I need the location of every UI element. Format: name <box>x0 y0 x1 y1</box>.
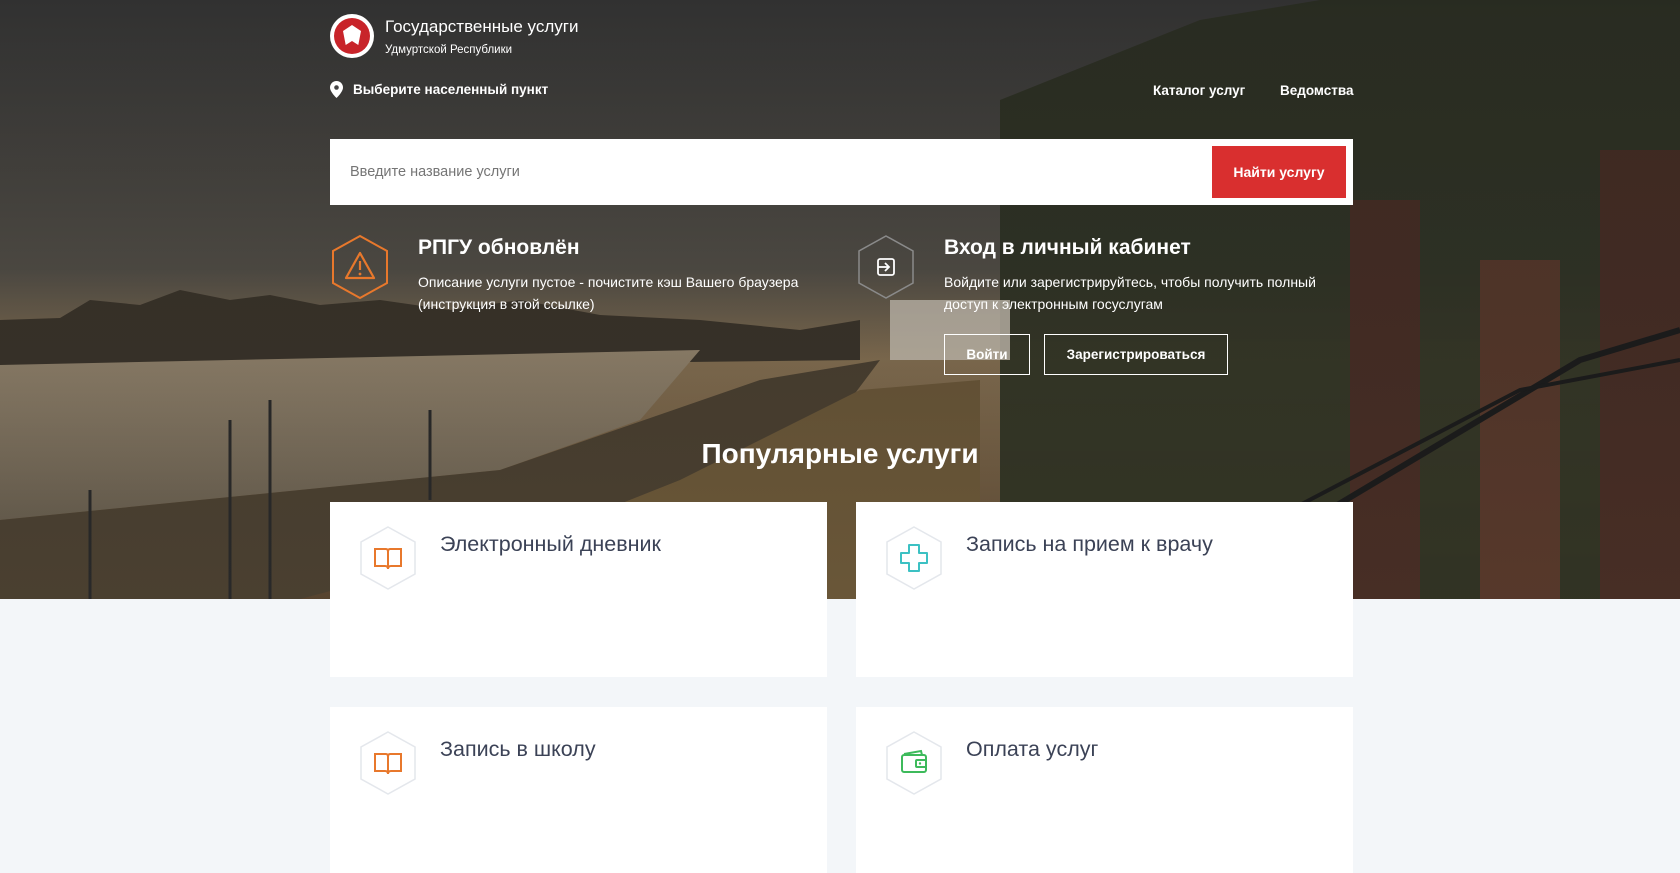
book-icon <box>360 526 416 590</box>
register-button[interactable]: Зарегистрироваться <box>1044 334 1228 375</box>
medical-cross-icon <box>886 526 942 590</box>
brand-subtitle: Удмуртской Республики <box>385 44 513 56</box>
location-label: Выберите населенный пункт <box>353 82 549 97</box>
notice-title: РПГУ обновлён <box>418 236 580 259</box>
service-card-doctor-appointment[interactable]: Запись на прием к врачу <box>856 502 1353 677</box>
eagle-emblem-icon <box>334 18 370 54</box>
nav-departments-link[interactable]: Ведомства <box>1280 83 1353 98</box>
card-title: Запись на прием к врачу <box>966 532 1213 556</box>
card-title: Запись в школу <box>440 737 596 761</box>
hero-background <box>0 0 1680 599</box>
popular-services-title: Популярные услуги <box>701 438 979 469</box>
location-selector[interactable]: Выберите населенный пункт <box>330 81 548 98</box>
login-text-line1: Войдите или зарегистрируйтесь, чтобы пол… <box>944 274 1316 290</box>
service-search-bar: Найти услугу <box>330 139 1353 205</box>
search-input[interactable] <box>350 139 1230 205</box>
notice-text-line1: Описание услуги пустое - почистите кэш В… <box>418 274 799 290</box>
service-card-e-diary[interactable]: Электронный дневник <box>330 502 827 677</box>
warning-icon <box>332 234 388 300</box>
service-card-school-enrollment[interactable]: Запись в школу <box>330 707 827 873</box>
card-title: Электронный дневник <box>440 532 661 556</box>
coat-of-arms-logo[interactable] <box>330 14 374 58</box>
login-icon <box>858 235 914 299</box>
service-card-payments[interactable]: Оплата услуг <box>856 707 1353 873</box>
book-icon <box>360 731 416 795</box>
card-title: Оплата услуг <box>966 737 1099 761</box>
notice-instruction-link[interactable]: (инструкция в этой ссылке) <box>418 293 595 315</box>
find-service-button[interactable]: Найти услугу <box>1212 146 1346 198</box>
login-button[interactable]: Войти <box>944 334 1030 375</box>
login-text-line2: доступ к электронным госуслугам <box>944 296 1163 312</box>
location-pin-icon <box>330 81 343 98</box>
wallet-icon <box>886 731 942 795</box>
login-title: Вход в личный кабинет <box>944 236 1191 259</box>
nav-catalog-link[interactable]: Каталог услуг <box>1153 83 1245 98</box>
brand-title[interactable]: Государственные услуги <box>385 17 578 37</box>
